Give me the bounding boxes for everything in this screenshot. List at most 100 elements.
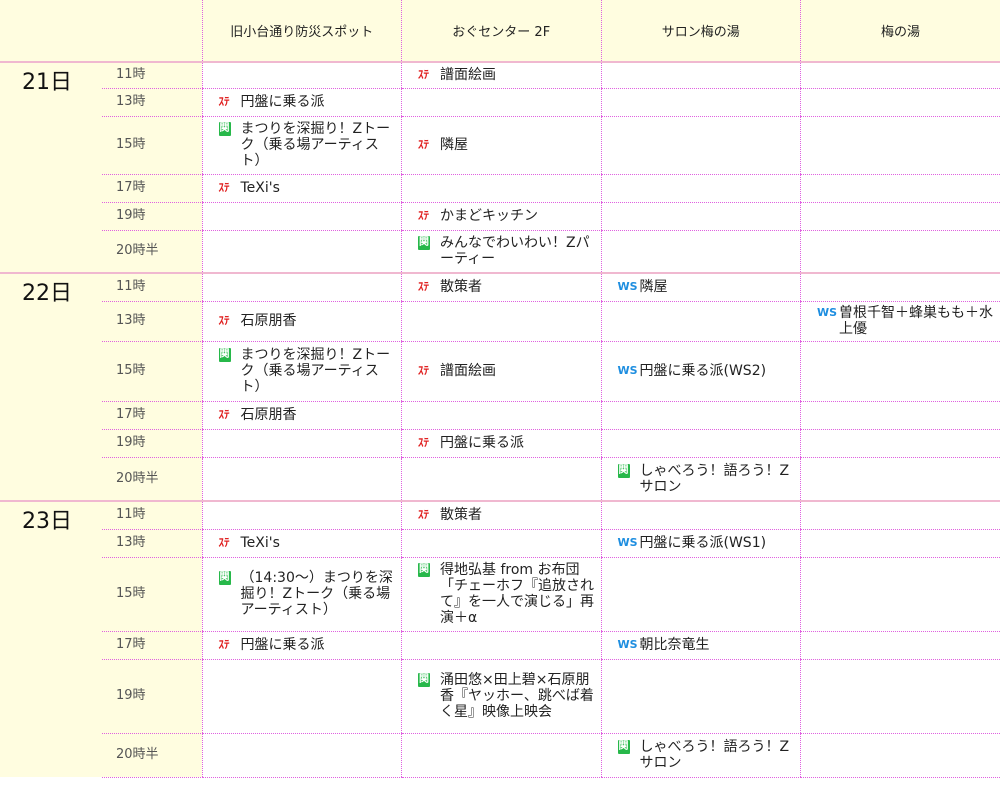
schedule-cell: [201, 659, 402, 734]
event-entry: ｽﾃ 散策者: [418, 507, 597, 523]
time-label: 20時半: [102, 457, 202, 502]
event-title: TeXi's: [240, 535, 280, 551]
event-entry: ｽﾃ 散策者: [418, 279, 597, 295]
event-entry: 関しゃべろう！語ろう！Zサロン: [617, 463, 797, 495]
schedule-row: 13時 ｽﾃ 石原朋香 WS 曽根千智＋蜂巣もも＋水上優: [0, 301, 1000, 342]
schedule-cell: [201, 500, 402, 530]
schedule-cell: [401, 733, 601, 778]
event-title: 石原朋香: [240, 407, 297, 423]
time-label: 13時: [102, 301, 202, 342]
time-label: 11時: [102, 500, 202, 530]
event-entry: ｽﾃ TeXi's: [219, 180, 398, 196]
header-corner: [0, 0, 202, 62]
schedule-cell: [401, 88, 601, 117]
event-title: 石原朋香: [240, 313, 297, 329]
schedule-cell: [201, 230, 402, 274]
schedule-cell: [401, 631, 601, 660]
schedule-cell: 関 （14:30〜）まつりを深掘り！Zトーク（乗る場アーティスト）: [201, 557, 402, 632]
schedule-cell: 関みんなでわいわい！Zパーティー: [401, 230, 601, 274]
time-label: 20時半: [102, 230, 202, 274]
schedule-row: 17時 ｽﾃ 円盤に乗る派 WS 朝比奈竜生: [0, 631, 1000, 660]
schedule-cell: [800, 174, 1000, 203]
schedule-cell: ｽﾃ 譜面絵画: [401, 61, 601, 89]
schedule-body: 21日 11時 ｽﾃ 譜面絵画 13時 ｽﾃ 円盤に乗る派 15時関まつりを深掘り！Zトーク（…: [0, 61, 1000, 778]
event-title: みんなでわいわい！Zパーティー: [440, 235, 590, 268]
schedule-cell: [600, 500, 801, 530]
day-label: 23日: [0, 500, 102, 777]
day-label: 22日: [0, 272, 102, 501]
stage-tag-icon: ｽﾃ: [218, 181, 230, 194]
venue-header: 梅の湯: [800, 0, 1000, 62]
event-title: 隣屋: [639, 279, 668, 296]
event-entry: 関まつりを深掘り！Zトーク（乗る場アーティスト）: [218, 347, 398, 395]
event-entry: ｽﾃ 円盤に乗る派: [219, 637, 398, 653]
schedule-cell: ｽﾃ 隣屋: [401, 116, 601, 175]
event-entry: ｽﾃ 石原朋香: [219, 313, 398, 329]
schedule-row: 17時 ｽﾃ TeXi's: [0, 174, 1000, 203]
schedule-cell: [800, 457, 1000, 502]
event-title: TeXi's: [240, 180, 280, 196]
schedule-row: 17時 ｽﾃ 石原朋香: [0, 401, 1000, 430]
ws-tag-icon: WS: [617, 364, 638, 377]
header-row: 旧小台通り防災スポット おぐセンター 2F サロン梅の湯 梅の湯: [0, 0, 1000, 62]
event-title: しゃべろう！語ろう！Zサロン: [639, 739, 790, 771]
schedule-cell: [600, 61, 801, 89]
schedule-cell: [600, 557, 801, 632]
event-entry: ｽﾃ かまどキッチン: [418, 208, 597, 224]
schedule-cell: [800, 401, 1000, 430]
event-entry: 関しゃべろう！語ろう！Zサロン: [617, 739, 797, 771]
schedule-cell: [600, 659, 801, 734]
schedule-cell: [201, 61, 402, 89]
schedule-row: 23日 11時 ｽﾃ 散策者: [0, 500, 1000, 777]
time-label: 15時: [102, 557, 202, 632]
event-entry: ｽﾃ 譜面絵画: [418, 67, 597, 83]
schedule-cell: [600, 429, 801, 458]
venue-header: おぐセンター 2F: [401, 0, 601, 62]
schedule-cell: ｽﾃ 石原朋香: [201, 401, 402, 430]
schedule-table: 旧小台通り防災スポット おぐセンター 2F サロン梅の湯 梅の湯 21日 11時ｽ…: [0, 0, 1000, 778]
schedule-row: 19時 関涌田悠×田上碧×石原朋香『ヤッホー、跳べば着く星』映像上映会: [0, 659, 1000, 734]
kan-tag-icon: 関: [617, 740, 630, 754]
stage-tag-icon: ｽﾃ: [418, 364, 429, 377]
event-title: まつりを深掘り！Zトーク（乗る場アーティスト）: [240, 121, 391, 169]
stage-tag-icon: ｽﾃ: [418, 436, 429, 449]
schedule-row: 20時半 関しゃべろう！語ろう！Zサロン: [0, 457, 1000, 502]
schedule-cell: [800, 529, 1000, 558]
event-title: 円盤に乗る派: [440, 435, 524, 451]
schedule-row: 22日 11時 ｽﾃ 散策者 WS 隣屋: [0, 272, 1000, 501]
schedule-cell: 関まつりを深掘り！Zトーク（乗る場アーティスト）: [201, 116, 402, 175]
event-title: 円盤に乗る派: [240, 94, 325, 110]
schedule-cell: [401, 529, 601, 558]
schedule-row: 20時半 関みんなでわいわい！Zパーティー: [0, 230, 1000, 274]
time-label: 17時: [102, 174, 202, 203]
schedule-cell: WS 円盤に乗る派(WS2): [600, 341, 801, 402]
kan-tag-icon: 関: [418, 673, 430, 687]
venue-header: サロン梅の湯: [600, 0, 801, 62]
schedule-cell: 関しゃべろう！語ろう！Zサロン: [600, 457, 801, 502]
schedule-cell: [201, 272, 402, 302]
schedule-cell: [600, 174, 801, 203]
kan-tag-icon: 関: [218, 571, 231, 585]
event-title: 涌田悠×田上碧×石原朋香『ヤッホー、跳べば着く星』映像上映会: [440, 672, 594, 720]
schedule-cell: 関まつりを深掘り！Zトーク（乗る場アーティスト）: [201, 341, 402, 402]
event-title: 譜面絵画: [440, 67, 496, 84]
schedule-cell: [800, 202, 1000, 231]
time-label: 11時: [102, 272, 202, 302]
event-entry: ｽﾃ 隣屋: [418, 137, 597, 153]
schedule-cell: WS 曽根千智＋蜂巣もも＋水上優: [800, 301, 1000, 342]
schedule-cell: [600, 116, 801, 175]
event-entry: 関まつりを深掘り！Zトーク（乗る場アーティスト）: [218, 121, 398, 169]
event-title: 円盤に乗る派(WS2): [639, 363, 767, 379]
event-title: かまどキッチン: [440, 208, 538, 224]
ws-tag-icon: WS: [817, 306, 838, 319]
ws-tag-icon: WS: [617, 638, 638, 651]
schedule-cell: [800, 500, 1000, 530]
schedule-cell: [800, 61, 1000, 89]
schedule-cell: WS 隣屋: [600, 272, 801, 302]
venue-header: 旧小台通り防災スポット: [201, 0, 402, 62]
stage-tag-icon: ｽﾃ: [218, 638, 230, 651]
event-entry: WS 朝比奈竜生: [618, 637, 797, 653]
schedule-cell: ｽﾃ 石原朋香: [201, 301, 402, 342]
time-label: 13時: [102, 88, 202, 117]
time-label: 11時: [102, 61, 202, 89]
